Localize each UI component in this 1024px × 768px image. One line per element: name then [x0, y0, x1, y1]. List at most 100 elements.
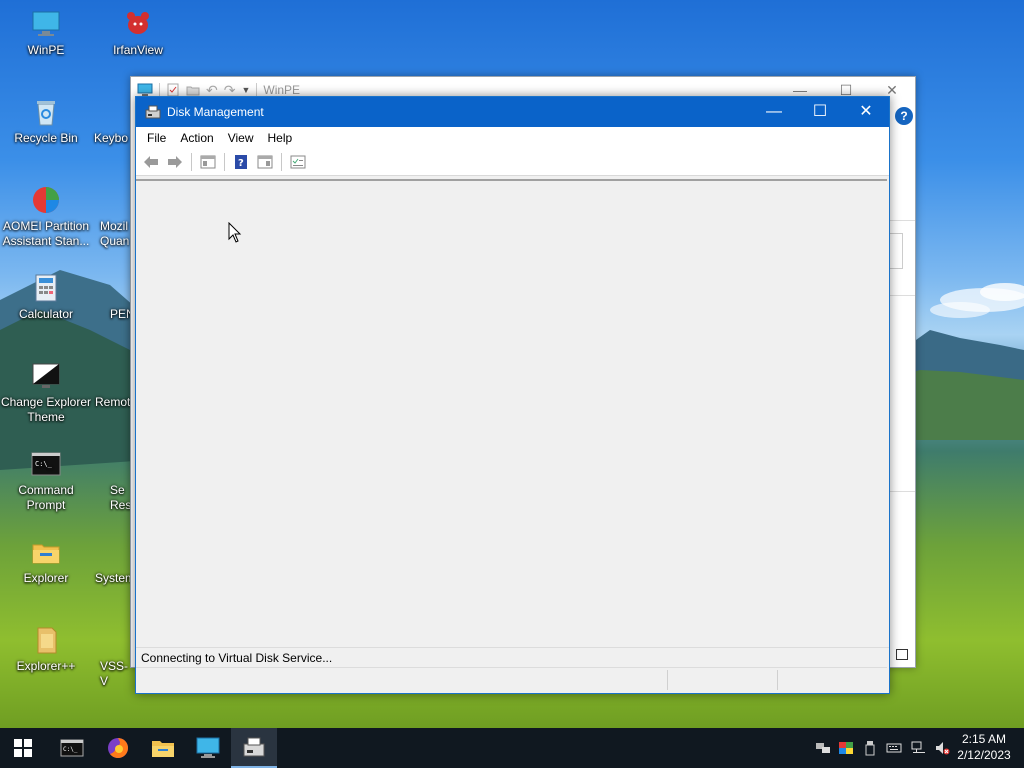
desktop-icon-label: Explorer [23, 571, 69, 585]
show-hide-console-tree-button[interactable] [197, 152, 219, 172]
desktop-icon-explorer-plus-plus[interactable]: Explorer++ [0, 624, 92, 674]
usb-drive-icon[interactable] [862, 740, 878, 756]
menu-help[interactable]: Help [261, 131, 300, 145]
desktop-icon-vss[interactable]: VSS-V [92, 624, 130, 689]
help-icon[interactable]: ? [895, 107, 913, 125]
show-hide-action-pane-button[interactable] [254, 152, 276, 172]
windows-logo-icon [14, 739, 32, 757]
desktop-icon-calculator[interactable]: Calculator [0, 272, 92, 322]
keyboard-icon[interactable] [886, 740, 902, 756]
svg-text:?: ? [238, 158, 244, 169]
action-pane-icon [257, 155, 273, 169]
clock[interactable]: 2:15 AM 2/12/2023 [954, 731, 1014, 763]
status-bar: Connecting to Virtual Disk Service... [136, 647, 889, 668]
status-text: Connecting to Virtual Disk Service... [141, 651, 333, 665]
desktop-icon-recycle-bin[interactable]: Recycle Bin [0, 96, 92, 146]
irfanview-icon [127, 12, 149, 34]
new-folder-icon[interactable] [186, 83, 200, 97]
monitor-icon [32, 11, 60, 36]
window-title: Disk Management [167, 105, 264, 119]
disk-management-window[interactable]: Disk Management — ☐ ✕ File Action View H… [135, 96, 890, 694]
mouse-cursor-icon [228, 222, 242, 243]
taskbar: C:\_ 2:15 AM 2/12/2023 [0, 728, 1024, 768]
desktop-icon-label: AOMEI Partition Assistant Stan... [2, 219, 90, 248]
properties-button[interactable] [287, 152, 309, 172]
aomei-icon [33, 187, 59, 213]
menu-bar: File Action View Help [136, 127, 889, 149]
desktop-icon-pen[interactable]: PEN [92, 272, 135, 322]
divider [890, 295, 915, 296]
back-button[interactable] [140, 152, 162, 172]
display-color-icon[interactable] [838, 740, 854, 756]
desktop-icon-se-res[interactable]: Se Res [92, 448, 132, 513]
volume-muted-icon[interactable] [934, 740, 950, 756]
desktop-icon-label: Mozil Quan [100, 219, 130, 248]
folder-icon [32, 544, 60, 564]
firefox-icon [108, 738, 128, 758]
desktop-icon-winpe[interactable]: WinPE [0, 8, 92, 58]
menu-view[interactable]: View [221, 131, 261, 145]
maximize-button[interactable]: ☐ [797, 97, 843, 127]
forward-button[interactable] [164, 152, 186, 172]
calculator-icon [35, 274, 57, 302]
status-panel [667, 670, 668, 690]
theme-icon [32, 363, 60, 388]
start-button[interactable] [0, 728, 46, 768]
folder-icon [37, 627, 57, 654]
desktop-icon-aomei[interactable]: AOMEI Partition Assistant Stan... [0, 184, 92, 249]
network-icon[interactable] [910, 740, 926, 756]
divider [890, 220, 915, 221]
taskbar-disk-management[interactable] [231, 728, 277, 768]
taskbar-winpe[interactable] [185, 728, 231, 768]
disk-management-titlebar[interactable]: Disk Management — ☐ ✕ [136, 97, 889, 127]
toolbar: ? [136, 149, 889, 176]
close-button[interactable]: ✕ [843, 97, 889, 127]
arrow-right-icon [168, 156, 182, 168]
desktop-icon-explorer[interactable]: Explorer [0, 536, 92, 586]
menu-file[interactable]: File [140, 131, 173, 145]
folder-icon [152, 741, 174, 757]
desktop-icon-irfanview[interactable]: IrfanView [92, 8, 184, 58]
menu-action[interactable]: Action [173, 131, 220, 145]
terminal-icon: C:\_ [60, 739, 84, 757]
toolbar-separator [281, 153, 282, 171]
desktop-icon-remote[interactable]: Remot [92, 360, 130, 410]
help-button[interactable]: ? [230, 152, 252, 172]
minimize-button[interactable]: — [751, 97, 797, 127]
content-pane[interactable] [136, 179, 887, 649]
chevron-down-icon[interactable]: ▼ [241, 85, 250, 95]
view-toggle-icon[interactable] [896, 649, 908, 660]
desktop-icon-label: Command Prompt [18, 483, 74, 512]
recycle-bin-icon [37, 101, 55, 126]
help-book-icon: ? [235, 155, 247, 169]
desktop-icon-label: Keybo [94, 131, 129, 145]
taskbar-command-prompt[interactable]: C:\_ [49, 728, 95, 768]
status-bar-panels [136, 667, 887, 692]
taskbar-file-explorer[interactable] [140, 728, 186, 768]
disk-management-icon [243, 737, 265, 757]
taskbar-firefox[interactable] [95, 728, 141, 768]
monitor-icon [137, 83, 153, 96]
desktop-icon-label: WinPE [27, 43, 65, 57]
desktop-icon-label: VSS-V [100, 659, 129, 688]
console-tree-icon [200, 155, 216, 169]
desktop-icon-change-explorer-theme[interactable]: Change Explorer Theme [0, 360, 92, 425]
scrollbar[interactable] [889, 233, 903, 269]
desktop-icon-label: Recycle Bin [14, 131, 78, 145]
desktop-icon-label: Change Explorer Theme [0, 395, 92, 424]
svg-text:C:\_: C:\_ [35, 460, 53, 468]
desktop-icon-label: Se Res [110, 483, 132, 512]
disk-management-icon [145, 105, 161, 119]
desktop: WinPE Recycle Bin AOMEI Partition Assist… [0, 0, 1024, 728]
terminal-icon: C:\_ [31, 452, 61, 476]
network-share-icon[interactable] [815, 740, 831, 756]
monitor-icon [196, 737, 220, 758]
divider [890, 491, 915, 492]
desktop-icon-command-prompt[interactable]: C:\_ Command Prompt [0, 448, 92, 513]
desktop-icon-system[interactable]: System [92, 536, 135, 586]
arrow-left-icon [144, 156, 158, 168]
toolbar-separator [191, 153, 192, 171]
properties-icon[interactable] [166, 83, 180, 97]
toolbar-separator [224, 153, 225, 171]
clock-date: 2/12/2023 [957, 748, 1011, 762]
